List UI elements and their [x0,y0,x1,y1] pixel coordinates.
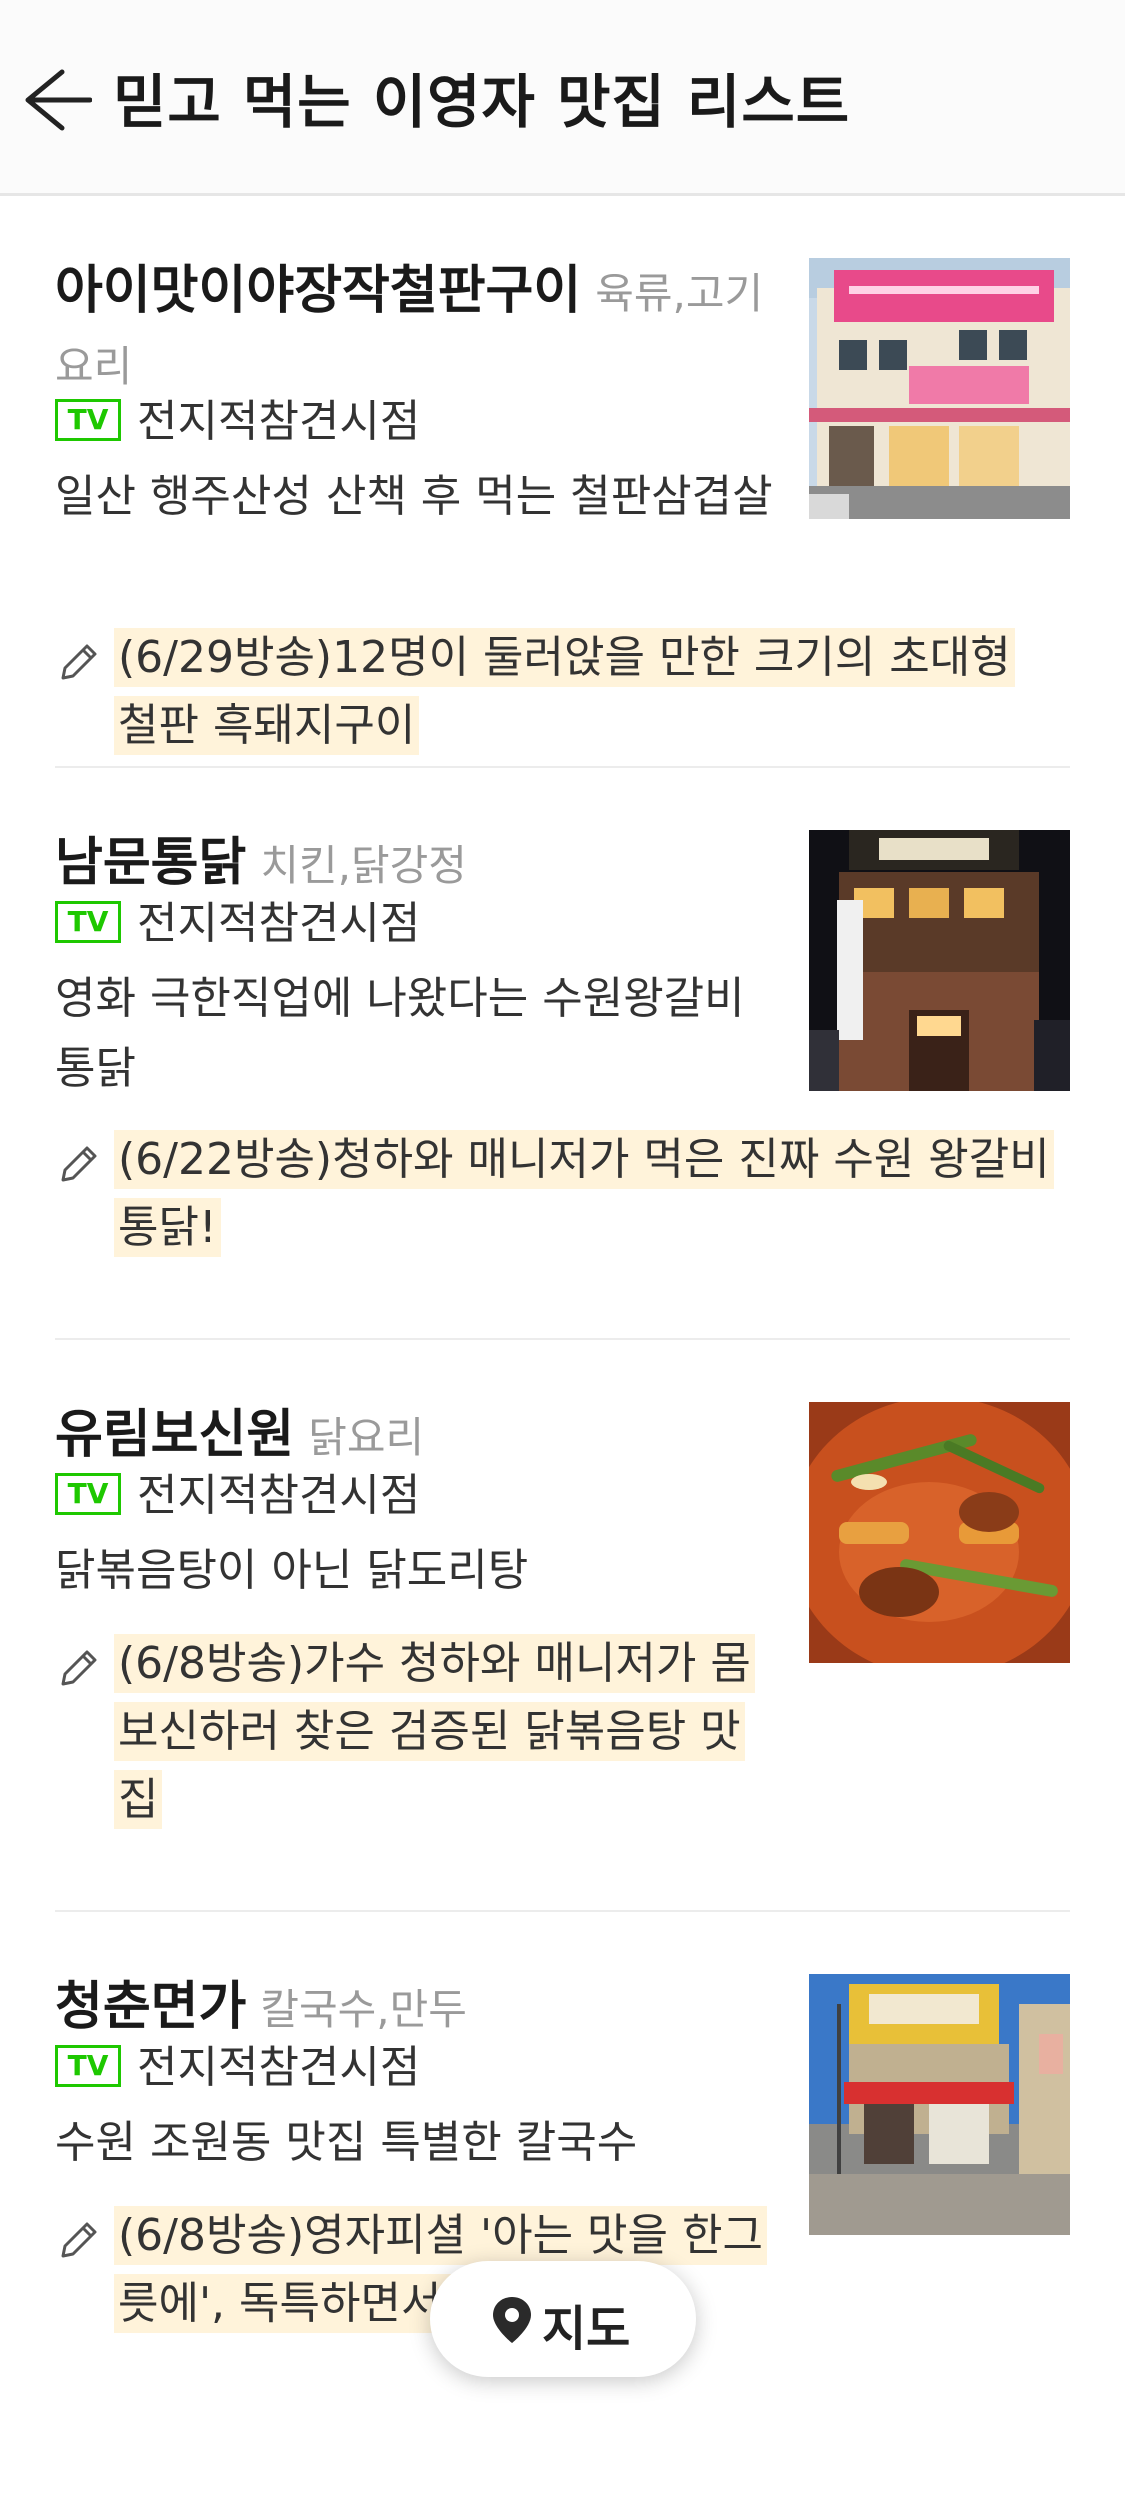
restaurant-photo[interactable] [809,1402,1070,1663]
app-header: 믿고 먹는 이영자 맛집 리스트 [0,0,1125,196]
restaurant-name[interactable]: 아이맛이야장작철판구이 [55,261,581,321]
restaurant-card[interactable]: 아이맛이야장작철판구이 육류,고기요리 TV 전지적참견시점 일산 행주산성 산책 … [55,196,1070,768]
note: (6/8방송)가수 청하와 매니저가 몸보신하러 찾은 검증된 닭볶음탕 맛집 [55,1630,755,1834]
tv-info: TV 전지적참견시점 [55,894,420,954]
pencil-icon [61,2222,97,2258]
note: (6/29방송)12명이 둘러앉을 만한 크기의 초대형 철판 흑돼지구이 [55,624,1065,760]
pencil-icon [61,644,97,680]
restaurant-description: 수원 조원동 맛집 특별한 칼국수 [55,2117,638,2168]
restaurant-description: 닭볶음탕이 아닌 닭도리탕 [55,1545,529,1596]
restaurant-description: 일산 행주산성 산책 후 먹는 철판삼겹살 [55,471,773,522]
tv-badge: TV [55,2045,121,2087]
tv-info: TV 전지적참견시점 [55,392,420,452]
page-title: 믿고 먹는 이영자 맛집 리스트 [113,68,851,136]
tv-badge: TV [55,1473,121,1515]
restaurant-list: 아이맛이야장작철판구이 육류,고기요리 TV 전지적참견시점 일산 행주산성 산책 … [0,196,1125,2512]
restaurant-photo[interactable] [809,830,1070,1091]
restaurant-photo[interactable] [809,258,1070,519]
note-text: (6/22방송)청하와 매니저가 먹은 진짜 수원 왕갈비통닭! [114,1130,1054,1257]
restaurant-name[interactable]: 남문통닭 [55,833,246,893]
tv-info: TV 전지적참견시점 [55,2038,420,2098]
restaurant-card[interactable]: 유림보신원 닭요리 TV 전지적참견시점 닭볶음탕이 아닌 닭도리탕 (6/8방송)… [55,1340,1070,1912]
tv-show-name: 전지적참견시점 [137,2042,421,2093]
note-text: (6/29방송)12명이 둘러앉을 만한 크기의 초대형 철판 흑돼지구이 [114,628,1015,755]
pencil-icon [61,1146,97,1182]
map-button[interactable]: 지도 [430,2261,696,2377]
restaurant-description: 영화 극한직업에 나왔다는 수원왕갈비통닭 [55,973,745,1094]
restaurant-photo[interactable] [809,1974,1070,2235]
restaurant-category: 치킨,닭강정 [260,841,467,890]
tv-show-name: 전지적참견시점 [137,1470,421,1521]
tv-show-name: 전지적참견시점 [137,898,421,949]
restaurant-name[interactable]: 청춘면가 [55,1977,246,2037]
tv-badge: TV [55,399,121,441]
restaurant-name[interactable]: 유림보신원 [55,1405,294,1465]
restaurant-card[interactable]: 남문통닭 치킨,닭강정 TV 전지적참견시점 영화 극한직업에 나왔다는 수원왕갈비… [55,768,1070,1340]
pencil-icon [61,1650,97,1686]
back-arrow-icon[interactable] [22,68,92,132]
map-pin-icon [493,2297,531,2343]
tv-show-name: 전지적참견시점 [137,396,421,447]
tv-info: TV 전지적참견시점 [55,1466,420,1526]
restaurant-category: 칼국수,만두 [260,1985,467,2034]
map-button-label: 지도 [542,2301,631,2357]
note: (6/22방송)청하와 매니저가 먹은 진짜 수원 왕갈비통닭! [55,1126,1065,1262]
restaurant-card[interactable]: 청춘면가 칼국수,만두 TV 전지적참견시점 수원 조원동 맛집 특별한 칼국수 (… [55,1912,1070,2512]
note-text: (6/8방송)가수 청하와 매니저가 몸보신하러 찾은 검증된 닭볶음탕 맛집 [114,1634,755,1829]
restaurant-category: 닭요리 [308,1413,425,1462]
tv-badge: TV [55,901,121,943]
